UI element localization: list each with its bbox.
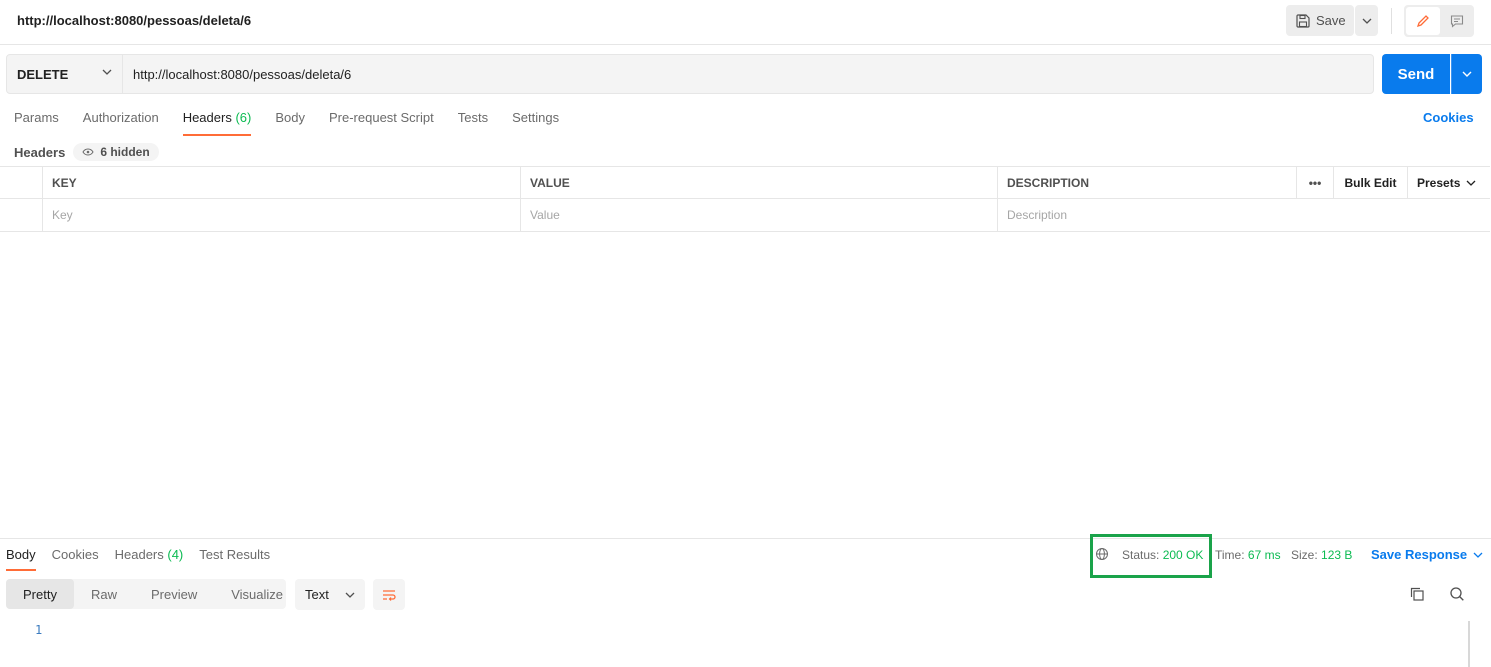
view-visualize[interactable]: Visualize <box>214 579 300 609</box>
request-tabs: Params Authorization Headers (6) Body Pr… <box>14 110 559 136</box>
more-options-button[interactable]: ••• <box>1296 167 1333 199</box>
request-bar: DELETE http://localhost:8080/pessoas/del… <box>6 54 1374 94</box>
cookies-link[interactable]: Cookies <box>1423 110 1474 125</box>
method-select[interactable]: DELETE <box>7 55 123 93</box>
table-header-row: KEY VALUE DESCRIPTION ••• Bulk Edit Pres… <box>0 166 1490 199</box>
response-status[interactable]: Status: 200 OK <box>1122 548 1203 562</box>
presets-dropdown[interactable]: Presets <box>1407 167 1490 199</box>
view-preview[interactable]: Preview <box>134 579 214 609</box>
chevron-down-icon <box>1473 552 1483 558</box>
column-description: DESCRIPTION <box>997 167 1296 199</box>
status-label: Status: <box>1122 548 1160 562</box>
tab-tests[interactable]: Tests <box>458 110 488 136</box>
column-value: VALUE <box>520 167 997 199</box>
wrap-lines-button[interactable] <box>373 579 405 610</box>
floppy-icon <box>1296 13 1310 28</box>
tab-authorization[interactable]: Authorization <box>83 110 159 136</box>
save-options-button[interactable] <box>1355 5 1378 36</box>
view-raw[interactable]: Raw <box>74 579 134 609</box>
editor-scrollbar[interactable] <box>1468 621 1470 667</box>
chevron-down-icon <box>1462 71 1472 77</box>
response-time[interactable]: Time: 67 ms <box>1215 548 1281 562</box>
tab-prerequest-script[interactable]: Pre-request Script <box>329 110 434 136</box>
response-divider[interactable] <box>0 538 1491 539</box>
checkbox-column <box>0 167 42 199</box>
globe-icon[interactable] <box>1095 547 1109 561</box>
bulk-edit-button[interactable]: Bulk Edit <box>1333 167 1407 199</box>
time-value: 67 ms <box>1247 548 1281 562</box>
method-label: DELETE <box>17 66 69 82</box>
tab-headers[interactable]: Headers (6) <box>182 110 252 136</box>
chevron-down-icon <box>102 69 112 75</box>
toolbar-divider <box>1391 8 1392 34</box>
value-input[interactable]: Value <box>520 199 997 231</box>
comment-icon <box>1450 15 1463 28</box>
response-tab-body[interactable]: Body <box>6 547 36 571</box>
title-bar: http://localhost:8080/pessoas/deleta/6 S… <box>0 0 1491 45</box>
response-tab-headers[interactable]: Headers (4) <box>115 547 184 571</box>
time-label: Time: <box>1215 548 1245 562</box>
row-checkbox-cell <box>0 199 42 231</box>
send-button[interactable]: Send <box>1382 54 1450 94</box>
line-number: 1 <box>35 623 43 637</box>
response-tab-test-results[interactable]: Test Results <box>199 547 270 571</box>
search-icon[interactable] <box>1449 586 1465 602</box>
edit-mode-button[interactable] <box>1406 7 1440 35</box>
tab-body[interactable]: Body <box>275 110 305 136</box>
table-row: Key Value Description <box>0 199 1490 232</box>
chevron-down-icon <box>1466 180 1476 186</box>
response-tab-cookies[interactable]: Cookies <box>52 547 99 571</box>
column-key: KEY <box>42 167 520 199</box>
response-headers-label: Headers <box>114 547 164 562</box>
tab-headers-label: Headers <box>182 110 232 125</box>
response-size[interactable]: Size: 123 B <box>1291 548 1352 562</box>
size-label: Size: <box>1291 548 1318 562</box>
hidden-headers-toggle[interactable]: 6 hidden <box>73 143 159 161</box>
presets-label: Presets <box>1417 176 1461 190</box>
response-tabs: Body Cookies Headers (4) Test Results <box>6 547 270 571</box>
size-value: 123 B <box>1321 548 1353 562</box>
url-input[interactable]: http://localhost:8080/pessoas/deleta/6 <box>124 55 1372 93</box>
view-pretty[interactable]: Pretty <box>6 579 74 609</box>
eye-icon <box>82 148 94 156</box>
description-input[interactable]: Description <box>997 199 1490 231</box>
chevron-down-icon <box>345 592 355 598</box>
tab-settings[interactable]: Settings <box>512 110 559 136</box>
save-response-button[interactable]: Save Response <box>1371 547 1483 562</box>
wrap-lines-icon <box>383 589 396 601</box>
view-mode-group: Pretty Raw Preview Visualize <box>6 579 286 609</box>
status-value: 200 OK <box>1162 548 1204 562</box>
headers-subheader: Headers 6 hidden <box>14 143 159 161</box>
response-headers-count: (4) <box>167 547 184 562</box>
save-button[interactable]: Save <box>1286 5 1354 36</box>
pencil-icon <box>1416 15 1429 28</box>
headers-table: KEY VALUE DESCRIPTION ••• Bulk Edit Pres… <box>0 166 1490 232</box>
save-label: Save <box>1316 13 1346 28</box>
mode-toggle <box>1404 5 1474 37</box>
tab-params[interactable]: Params <box>14 110 59 136</box>
hidden-count: 6 hidden <box>100 145 150 159</box>
format-select[interactable]: Text <box>295 579 365 610</box>
request-title[interactable]: http://localhost:8080/pessoas/deleta/6 <box>17 13 251 28</box>
comments-button[interactable] <box>1441 7 1472 35</box>
copy-icon[interactable] <box>1409 586 1425 602</box>
format-label: Text <box>305 587 329 602</box>
chevron-down-icon <box>1362 18 1371 24</box>
save-response-label: Save Response <box>1371 547 1468 562</box>
tab-headers-count: (6) <box>235 110 252 125</box>
send-options-button[interactable] <box>1451 54 1482 94</box>
headers-label: Headers <box>14 144 66 160</box>
response-editor[interactable]: 1 <box>0 618 1491 667</box>
key-input[interactable]: Key <box>42 199 520 231</box>
